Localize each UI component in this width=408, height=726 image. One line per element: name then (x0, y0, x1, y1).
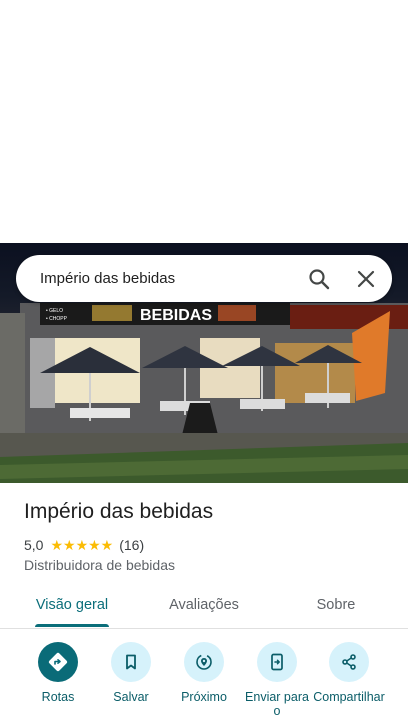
search-bar[interactable]: Império das bebidas (16, 255, 392, 302)
send-to-phone-icon (271, 653, 283, 671)
save-label: Salvar (113, 690, 149, 704)
tab-reviews[interactable]: Avaliações (152, 586, 256, 626)
save-button[interactable]: Salvar (91, 640, 171, 704)
map-area[interactable] (0, 0, 408, 243)
share-icon (342, 654, 356, 670)
active-tab-indicator (35, 624, 109, 627)
directions-label: Rotas (41, 690, 75, 704)
rating-row[interactable]: 5,0 ★★★★★ (16) (24, 536, 144, 554)
close-icon[interactable] (354, 267, 378, 291)
place-category: Distribuidora de bebidas (24, 557, 175, 573)
store-sign-small-text: • CHOPP (46, 316, 68, 322)
nearby-icon (196, 654, 212, 670)
rating-value: 5,0 (24, 537, 44, 553)
bookmark-icon (126, 654, 136, 670)
send-to-phone-label: Enviar para o (245, 690, 309, 718)
send-to-phone-button[interactable]: Enviar para o (237, 640, 317, 718)
nearby-button[interactable]: Próximo (164, 640, 244, 704)
tab-about[interactable]: Sobre (284, 586, 388, 626)
search-icon[interactable] (306, 266, 332, 292)
star-rating-icon: ★★★★★ (50, 536, 114, 553)
action-bar: Rotas Salvar Próximo Enviar para o Compa… (0, 640, 408, 726)
search-input[interactable]: Império das bebidas (40, 255, 175, 302)
tab-bar: Visão geral Avaliações Sobre (0, 586, 408, 629)
place-title: Império das bebidas (24, 500, 214, 523)
review-count[interactable]: (16) (119, 537, 144, 553)
directions-button[interactable]: Rotas (18, 640, 98, 704)
directions-icon (48, 652, 68, 672)
store-sign-text: BEBIDAS (140, 307, 212, 324)
nearby-label: Próximo (181, 690, 227, 704)
share-label: Compartilhar (313, 690, 385, 704)
store-sign-small-text: • GELO (46, 308, 63, 314)
tab-overview[interactable]: Visão geral (20, 586, 124, 626)
share-button[interactable]: Compartilhar (309, 640, 389, 704)
